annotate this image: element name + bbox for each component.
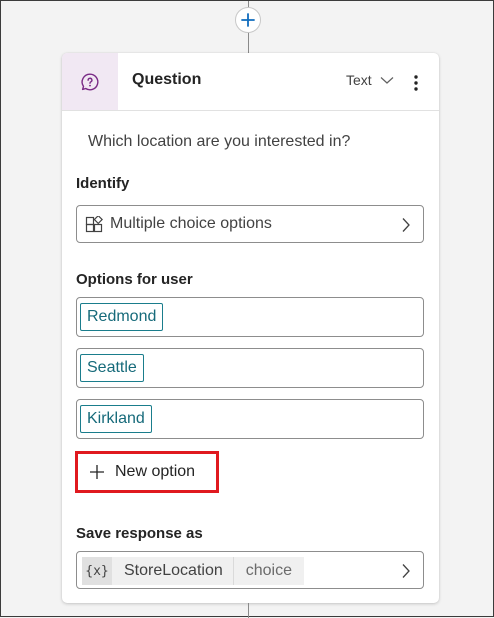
variable-type: choice	[233, 557, 304, 585]
card-header: Question Text	[62, 53, 439, 111]
option-field[interactable]: Kirkland	[76, 399, 424, 439]
option-field[interactable]: Seattle	[76, 348, 424, 388]
node-title: Question	[132, 71, 202, 88]
more-options-button[interactable]	[408, 71, 424, 95]
options-label: Options for user	[76, 271, 193, 288]
variable-chip[interactable]: {x} StoreLocation choice	[82, 557, 304, 585]
chevron-down-icon	[380, 77, 394, 84]
variable-icon: {x}	[82, 557, 112, 585]
identify-selector[interactable]: Multiple choice options	[76, 205, 424, 243]
question-bubble-icon	[81, 72, 99, 90]
new-option-label: New option	[115, 463, 196, 480]
option-field[interactable]: Redmond	[76, 297, 424, 337]
grid-icon	[85, 216, 103, 233]
option-chip[interactable]: Kirkland	[80, 405, 152, 433]
node-icon-box	[62, 53, 118, 110]
option-chip[interactable]: Seattle	[80, 354, 144, 382]
chevron-right-icon	[402, 218, 410, 232]
response-type-label: Text	[346, 72, 372, 88]
connector-line-bottom	[248, 603, 249, 618]
identify-label: Identify	[76, 175, 130, 192]
plus-icon	[89, 464, 105, 480]
new-option-button[interactable]: New option	[75, 451, 219, 493]
variable-name: StoreLocation	[112, 557, 234, 585]
plus-icon	[241, 13, 255, 27]
more-vertical-icon	[414, 75, 418, 91]
question-node-card[interactable]: Question Text Which location are you int…	[62, 53, 439, 603]
save-response-label: Save response as	[76, 525, 203, 542]
save-response-selector[interactable]: {x} StoreLocation choice	[76, 551, 424, 589]
identify-value: Multiple choice options	[110, 215, 272, 232]
response-type-dropdown[interactable]: Text	[346, 72, 394, 88]
chevron-right-icon	[402, 564, 410, 578]
add-node-button[interactable]	[235, 7, 261, 33]
option-chip[interactable]: Redmond	[80, 303, 164, 331]
question-text[interactable]: Which location are you interested in?	[88, 133, 350, 151]
